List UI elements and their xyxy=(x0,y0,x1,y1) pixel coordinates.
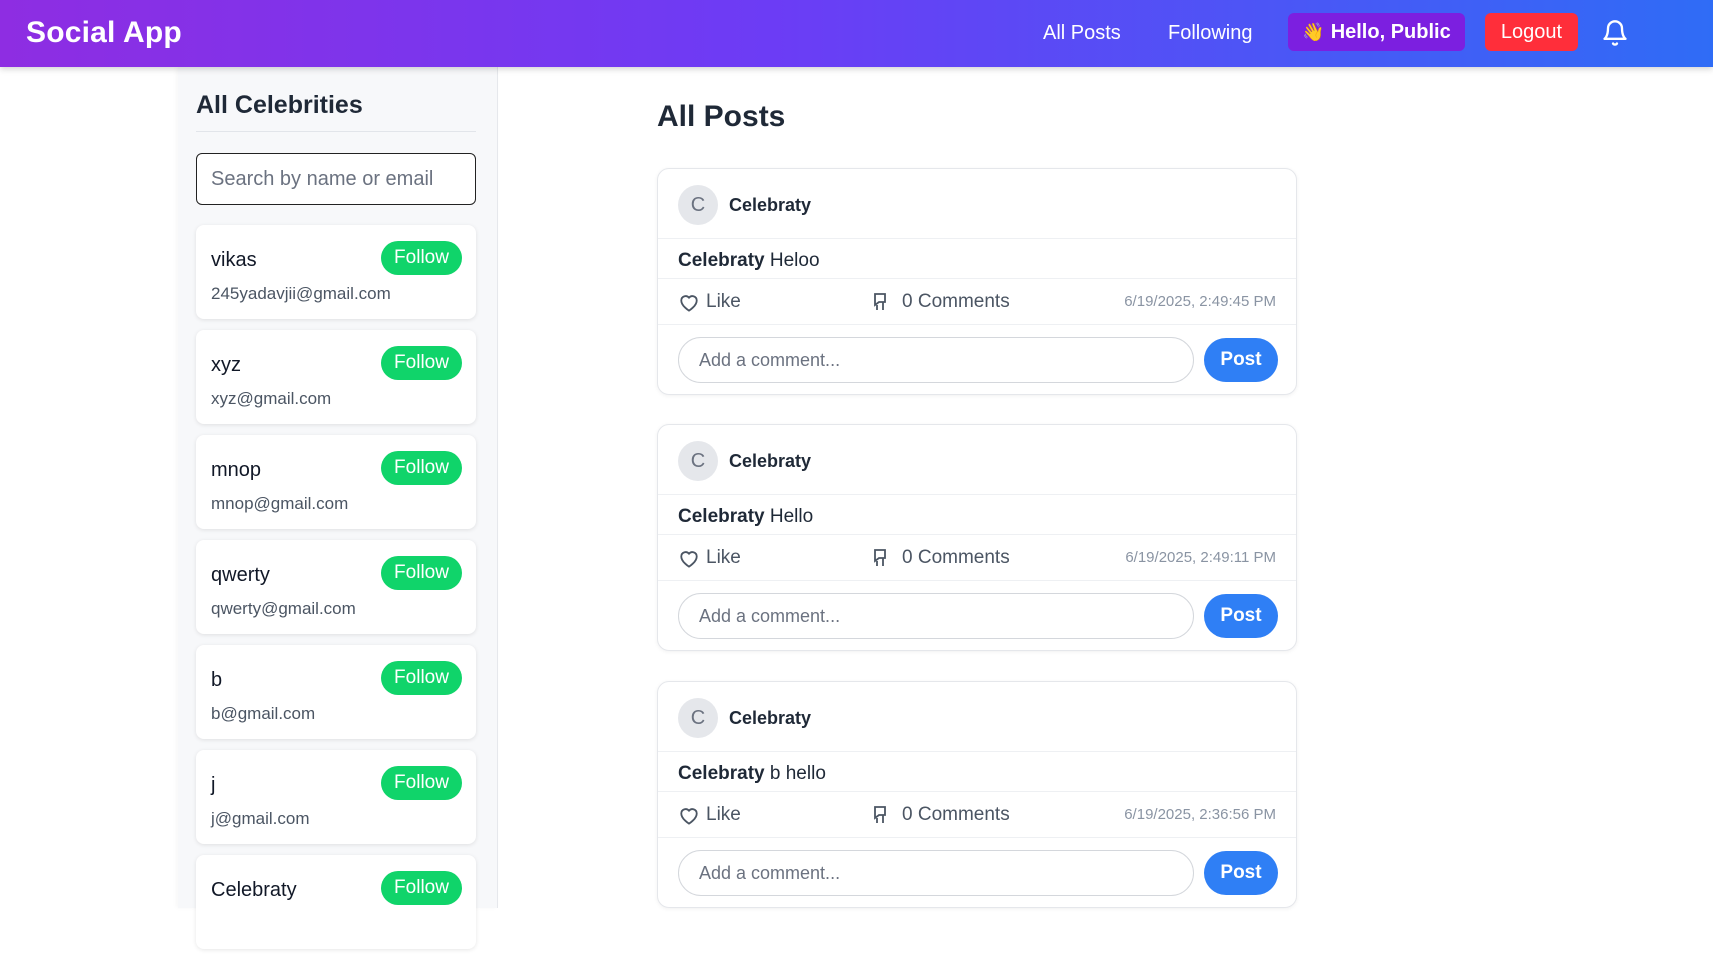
celebrity-card: Celebraty Follow xyxy=(196,855,476,949)
comments-button[interactable]: 0 Comments xyxy=(872,547,1010,569)
post-actions: Like 0 Comments 6/19/2025, 2:49:11 PM xyxy=(658,535,1296,581)
search-input[interactable] xyxy=(196,153,476,205)
post-author[interactable]: Celebraty xyxy=(729,708,811,729)
celebrities-sidebar: All Celebrities vikas 245yadavjii@gmail.… xyxy=(178,67,498,949)
follow-button[interactable]: Follow xyxy=(381,871,462,905)
heart-icon xyxy=(680,551,698,568)
comments-button[interactable]: 0 Comments xyxy=(872,291,1010,313)
sidebar-title: All Celebrities xyxy=(196,91,363,119)
follow-button[interactable]: Follow xyxy=(381,451,462,485)
celebrity-email: 245yadavjii@gmail.com xyxy=(211,284,391,303)
avatar[interactable]: C xyxy=(678,698,718,738)
avatar[interactable]: C xyxy=(678,441,718,481)
greeting-text: Hello, Public xyxy=(1330,20,1451,43)
top-navbar: Social App All Posts Following 👋 Hello, … xyxy=(0,0,1713,67)
celebrity-name: j xyxy=(211,774,216,796)
post-body: Celebraty Hello xyxy=(658,495,1296,535)
brand-logo[interactable]: Social App xyxy=(26,16,182,50)
celebrity-name: mnop xyxy=(211,459,262,481)
post-body-author: Celebraty xyxy=(678,763,765,784)
logout-button[interactable]: Logout xyxy=(1485,13,1578,51)
celebrity-email: mnop@gmail.com xyxy=(211,494,349,513)
celebrity-email: b@gmail.com xyxy=(211,704,316,723)
like-button[interactable]: Like xyxy=(678,547,741,569)
comment-icon xyxy=(874,806,886,823)
follow-button[interactable]: Follow xyxy=(381,241,462,275)
celebrity-name: vikas xyxy=(211,249,257,271)
greeting-badge[interactable]: 👋 Hello, Public xyxy=(1288,13,1465,51)
follow-button[interactable]: Follow xyxy=(381,556,462,590)
post-comment-button[interactable]: Post xyxy=(1204,338,1278,382)
post-card: C Celebraty Celebraty Hello Like 0 Comme… xyxy=(657,424,1297,651)
follow-button[interactable]: Follow xyxy=(381,661,462,695)
comment-input[interactable] xyxy=(678,593,1194,639)
like-label: Like xyxy=(706,291,741,312)
like-button[interactable]: Like xyxy=(678,291,741,313)
celebrity-email: xyz@gmail.com xyxy=(211,389,332,408)
like-button[interactable]: Like xyxy=(678,804,741,826)
post-card: C Celebraty Celebraty b hello Like 0 Com… xyxy=(657,681,1297,908)
celebrity-card: vikas 245yadavjii@gmail.com Follow xyxy=(196,225,476,319)
post-body-author: Celebraty xyxy=(678,250,765,271)
comment-composer: Post xyxy=(658,325,1296,395)
celebrity-name: b xyxy=(211,669,223,691)
post-actions: Like 0 Comments 6/19/2025, 2:49:45 PM xyxy=(658,279,1296,325)
post-author[interactable]: Celebraty xyxy=(729,451,811,472)
comment-input[interactable] xyxy=(678,337,1194,383)
sidebar-divider xyxy=(196,131,476,132)
like-label: Like xyxy=(706,547,741,568)
comment-input[interactable] xyxy=(678,850,1194,896)
like-label: Like xyxy=(706,804,741,825)
post-body-author: Celebraty xyxy=(678,506,765,527)
comment-icon xyxy=(874,549,886,566)
celebrity-email: qwerty@gmail.com xyxy=(211,599,356,618)
comments-count: 0 Comments xyxy=(902,547,1010,568)
post-comment-button[interactable]: Post xyxy=(1204,594,1278,638)
post-body-text: b hello xyxy=(769,763,826,784)
avatar[interactable]: C xyxy=(678,185,718,225)
celebrity-card: j j@gmail.com Follow xyxy=(196,750,476,844)
post-body-text: Hello xyxy=(769,506,814,527)
celebrity-email: j@gmail.com xyxy=(211,809,310,828)
nav-link-all-posts[interactable]: All Posts xyxy=(1043,22,1121,45)
comments-count: 0 Comments xyxy=(902,291,1010,312)
celebrity-name: qwerty xyxy=(211,564,270,586)
comments-count: 0 Comments xyxy=(902,804,1010,825)
post-actions: Like 0 Comments 6/19/2025, 2:36:56 PM xyxy=(658,792,1296,838)
celebrity-list: vikas 245yadavjii@gmail.com Follow xyz x… xyxy=(196,225,476,960)
post-comment-button[interactable]: Post xyxy=(1204,851,1278,895)
heart-icon xyxy=(680,295,698,312)
post-header: C Celebraty xyxy=(658,169,1296,239)
heart-icon xyxy=(680,808,698,825)
nav-link-following[interactable]: Following xyxy=(1168,22,1252,45)
post-body-text: Heloo xyxy=(769,250,820,271)
celebrity-card: qwerty qwerty@gmail.com Follow xyxy=(196,540,476,634)
post-author[interactable]: Celebraty xyxy=(729,195,811,216)
comments-button[interactable]: 0 Comments xyxy=(872,804,1010,826)
celebrity-card: mnop mnop@gmail.com Follow xyxy=(196,435,476,529)
celebrity-name: Celebraty xyxy=(211,879,297,901)
post-body: Celebraty Heloo xyxy=(658,239,1296,279)
comment-icon xyxy=(874,293,886,310)
post-timestamp: 6/19/2025, 2:49:45 PM xyxy=(1124,293,1276,310)
waving-hand-icon: 👋 xyxy=(1302,21,1325,42)
follow-button[interactable]: Follow xyxy=(381,346,462,380)
page-title: All Posts xyxy=(657,100,786,133)
follow-button[interactable]: Follow xyxy=(381,766,462,800)
celebrity-card: xyz xyz@gmail.com Follow xyxy=(196,330,476,424)
comment-composer: Post xyxy=(658,581,1296,651)
post-header: C Celebraty xyxy=(658,425,1296,495)
post-body: Celebraty b hello xyxy=(658,752,1296,792)
post-timestamp: 6/19/2025, 2:49:11 PM xyxy=(1125,549,1276,566)
post-card: C Celebraty Celebraty Heloo Like 0 Comme… xyxy=(657,168,1297,395)
post-header: C Celebraty xyxy=(658,682,1296,752)
bell-icon[interactable] xyxy=(1601,18,1629,48)
celebrity-card: b b@gmail.com Follow xyxy=(196,645,476,739)
post-timestamp: 6/19/2025, 2:36:56 PM xyxy=(1124,806,1276,823)
celebrity-name: xyz xyxy=(211,354,241,376)
comment-composer: Post xyxy=(658,838,1296,908)
